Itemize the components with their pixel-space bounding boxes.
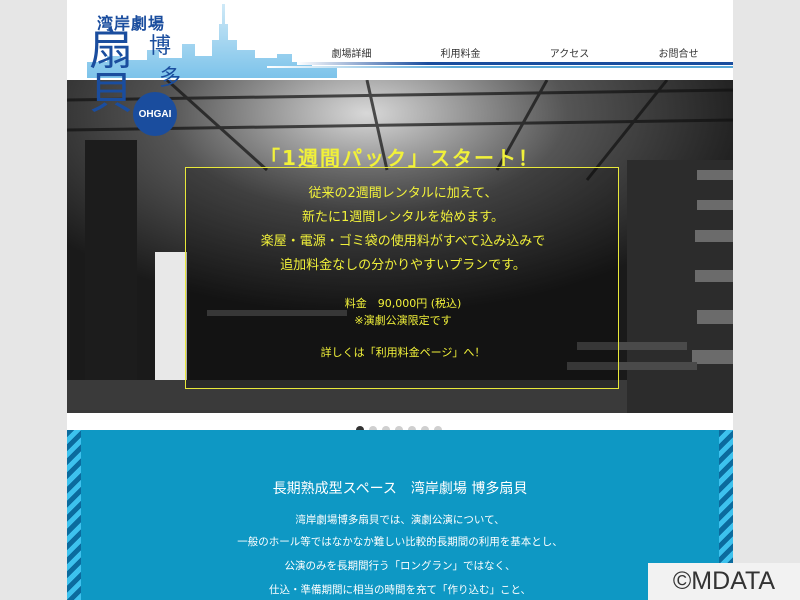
hero-line-1: 従来の2週間レンタルに加えて、	[308, 186, 498, 201]
nav-contact[interactable]: お問合せ	[624, 48, 733, 62]
hero-price: 料金 90,000円 (税込)	[344, 297, 462, 310]
main-nav: 劇場詳細 利用料金 アクセス お問合せ	[297, 48, 733, 62]
logo-char-side1: 博	[149, 34, 172, 59]
nav-access[interactable]: アクセス	[515, 48, 624, 62]
page: 湾岸劇場 扇 博 多 劇場詳細 利用料金 アクセス お問合せ 「1週間パック」ス…	[67, 0, 733, 600]
hero-line-3: 楽屋・電源・ゴミ袋の使用料がすべて込み込みで	[260, 234, 546, 249]
about-line-1: 湾岸劇場博多扇貝では、演劇公演について、	[295, 514, 505, 526]
nav-pricing[interactable]: 利用料金	[406, 48, 515, 62]
logo-char-side2: 多	[159, 66, 182, 91]
about-line-3: 公演のみを長期間行う「ロングラン」ではなく、	[284, 560, 516, 572]
nav-underline	[297, 62, 733, 65]
hero-price-note: ※演劇公演限定です	[354, 314, 452, 327]
about-title: 長期熟成型スペース 湾岸劇場 博多扇貝	[272, 481, 528, 497]
about-section: 長期熟成型スペース 湾岸劇場 博多扇貝 湾岸劇場博多扇貝では、演劇公演について、…	[67, 430, 733, 600]
about-line-4: 仕込・準備期間に相当の時間を充て「作り込む」こと、	[268, 584, 532, 596]
logo-char-main1: 扇	[89, 24, 133, 75]
site-header: 湾岸劇場 扇 博 多 劇場詳細 利用料金 アクセス お問合せ	[67, 0, 733, 91]
hero-line-4: 追加料金なしの分かりやすいプランです。	[280, 258, 526, 273]
logo-badge: OHGAI	[133, 92, 177, 136]
watermark-label: ©MDATA	[648, 563, 800, 600]
logo-char-main2: 貝	[89, 68, 133, 119]
nav-underline-light	[267, 66, 733, 68]
hero-details-link[interactable]: 詳しくは「利用料金ページ」へ！	[186, 344, 620, 360]
about-line-2: 一般のホール等ではなかなか難しい比較的長期間の利用を基本とし、	[237, 536, 563, 548]
hero-line-2: 新たに1週間レンタルを始めます。	[302, 210, 504, 225]
nav-theater-details[interactable]: 劇場詳細	[297, 48, 406, 62]
hero-info-panel: 従来の2週間レンタルに加えて、 新たに1週間レンタルを始めます。 楽屋・電源・ゴ…	[185, 167, 619, 389]
